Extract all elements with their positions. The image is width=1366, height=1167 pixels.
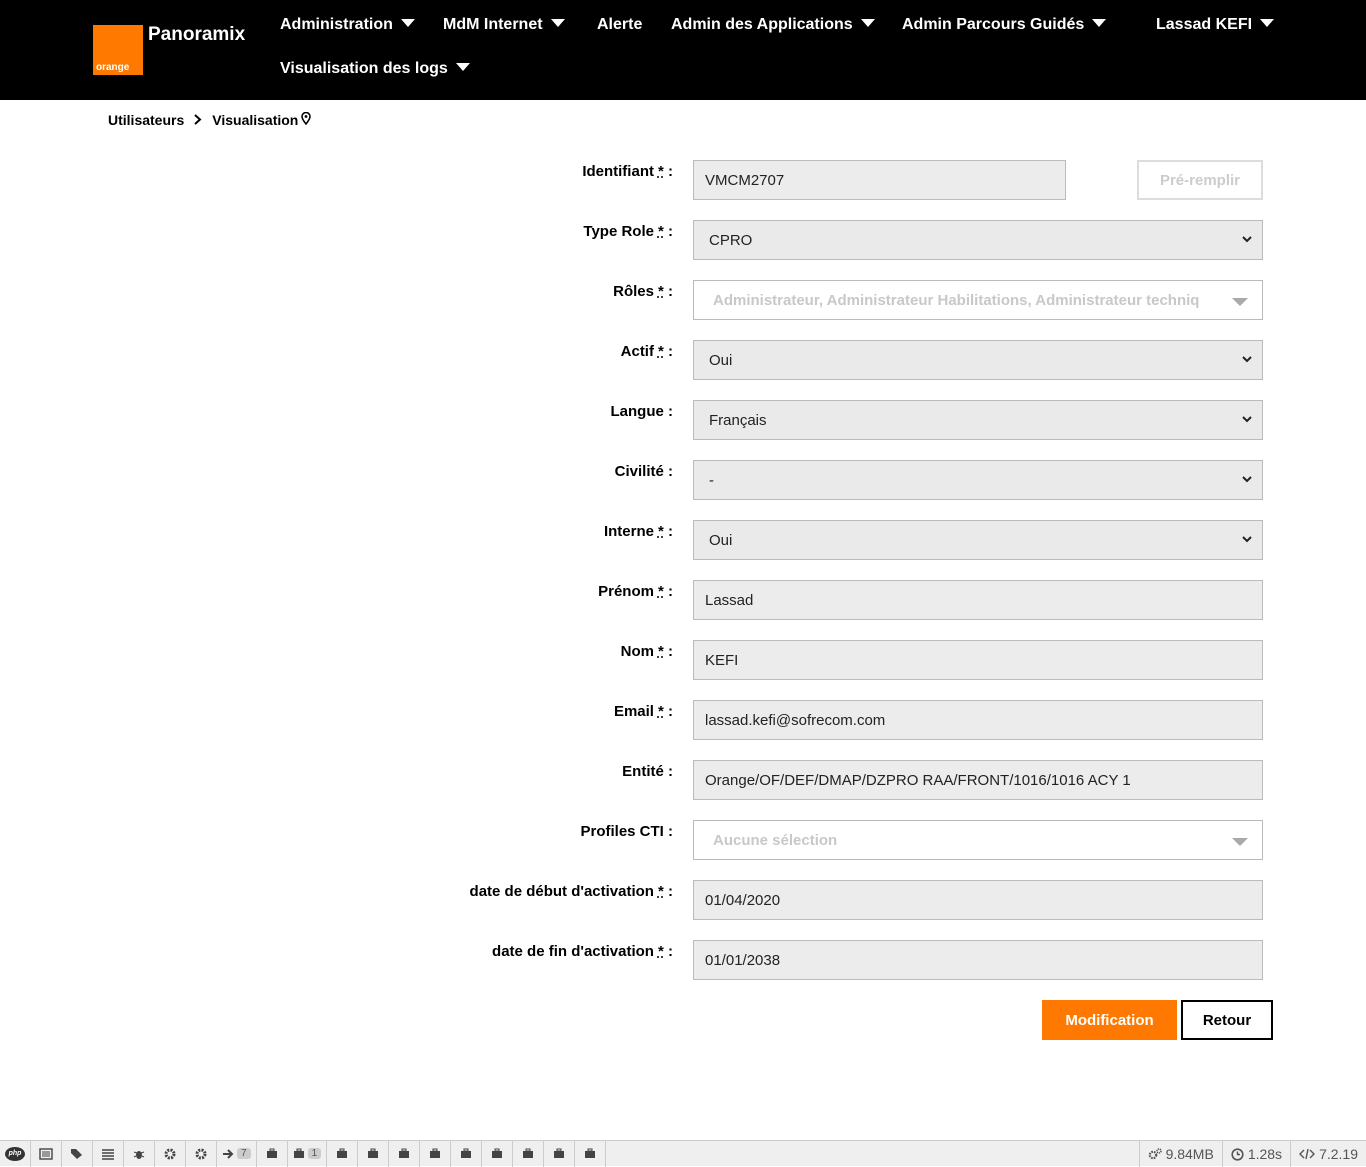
caret-down-icon (1092, 19, 1107, 27)
label-profiles-cti: Profiles CTI : (580, 823, 673, 840)
nav-admin-parcours-guides[interactable]: Admin Parcours Guidés (902, 16, 1107, 34)
caret-down-icon (860, 19, 875, 27)
roles-multiselect[interactable]: Administrateur, Administrateur Habilitat… (693, 280, 1263, 320)
tags-icon[interactable] (62, 1140, 93, 1167)
debug-bar: php 7 1 9.84MB 1.28s 7.2.19 (0, 1140, 1366, 1167)
nav-user-menu[interactable]: Lassad KEFI (1156, 16, 1275, 34)
briefcase-icon[interactable]: 1 (288, 1140, 328, 1167)
retour-button[interactable]: Retour (1181, 1000, 1273, 1040)
messages-icon[interactable] (31, 1140, 62, 1167)
label-type-role: Type Role * : (583, 223, 673, 240)
php-version: 7.2.19 (1290, 1141, 1366, 1167)
label-date-fin: date de fin d'activation * : (492, 943, 673, 960)
prefill-button[interactable]: Pré-remplir (1137, 160, 1263, 200)
label-email: Email * : (613, 703, 673, 720)
nav-mdm-internet[interactable]: MdM Internet (443, 16, 565, 34)
profiles-cti-multiselect[interactable]: Aucune sélection (693, 820, 1263, 860)
nav-administration[interactable]: Administration (280, 16, 415, 34)
label-date-debut: date de début d'activation * : (469, 883, 673, 900)
cogs-icon (1148, 1148, 1162, 1160)
php-logo-icon[interactable]: php (0, 1140, 31, 1167)
langue-select[interactable]: Français (693, 400, 1263, 440)
caret-down-icon (455, 63, 470, 71)
chevron-down-icon (1242, 236, 1252, 243)
clock-icon (1231, 1147, 1244, 1161)
bug-icon[interactable] (124, 1140, 155, 1167)
briefcase-icon[interactable] (513, 1140, 545, 1167)
arrow-right-icon[interactable]: 7 (217, 1140, 257, 1167)
caret-down-icon (1232, 298, 1248, 306)
label-prenom: Prénom * : (598, 583, 673, 600)
chevron-down-icon (1242, 416, 1252, 423)
label-actif: Actif * : (620, 343, 673, 360)
prenom-input[interactable]: Lassad (693, 580, 1263, 620)
briefcase-icon[interactable] (451, 1140, 483, 1167)
briefcase-icon[interactable] (257, 1140, 288, 1167)
nav-visualisation-logs[interactable]: Visualisation des logs (280, 60, 470, 78)
email-input[interactable]: lassad.kefi@sofrecom.com (693, 700, 1263, 740)
caret-down-icon (400, 19, 415, 27)
nom-input[interactable]: KEFI (693, 640, 1263, 680)
chevron-right-icon (194, 112, 202, 128)
map-pin-icon (301, 111, 312, 128)
orange-logo[interactable]: orange (93, 25, 143, 75)
civilite-select[interactable]: - (693, 460, 1263, 500)
actif-select[interactable]: Oui (693, 340, 1263, 380)
list-icon[interactable] (93, 1140, 124, 1167)
type-role-select[interactable]: CPRO (693, 220, 1263, 260)
chevron-down-icon (1242, 536, 1252, 543)
modification-button[interactable]: Modification (1042, 1000, 1177, 1040)
gear-icon[interactable] (155, 1140, 186, 1167)
brand-name[interactable]: Panoramix (148, 24, 245, 46)
caret-down-icon (550, 19, 565, 27)
briefcase-icon[interactable] (575, 1140, 607, 1167)
caret-down-icon (1232, 838, 1248, 846)
breadcrumb-current: Visualisation (212, 112, 299, 128)
chevron-down-icon (1242, 476, 1252, 483)
label-entite: Entité : (622, 763, 673, 780)
label-interne: Interne * : (603, 523, 673, 540)
interne-select[interactable]: Oui (693, 520, 1263, 560)
chevron-down-icon (1242, 356, 1252, 363)
debug-bar-stats: 9.84MB 1.28s 7.2.19 (1138, 1141, 1366, 1167)
gear-icon[interactable] (186, 1140, 217, 1167)
label-roles: Rôles * : (613, 283, 673, 300)
briefcase-icon[interactable] (420, 1140, 452, 1167)
briefcase-icon[interactable] (389, 1140, 421, 1167)
briefcase-icon[interactable] (358, 1140, 390, 1167)
briefcase-icon[interactable] (482, 1140, 514, 1167)
briefcase-icon[interactable] (327, 1140, 359, 1167)
caret-down-icon (1260, 19, 1275, 27)
label-langue: Langue : (610, 403, 674, 420)
identifiant-input[interactable]: VMCM2707 (693, 160, 1066, 200)
nav-alerte[interactable]: Alerte (597, 16, 642, 34)
label-civilite: Civilité : (614, 463, 673, 480)
date-debut-input[interactable]: 01/04/2020 (693, 880, 1263, 920)
breadcrumb-utilisateurs[interactable]: Utilisateurs (108, 112, 184, 128)
code-icon (1299, 1148, 1316, 1160)
nav-admin-applications[interactable]: Admin des Applications (671, 16, 875, 34)
breadcrumb: Utilisateurs Visualisation (108, 111, 312, 128)
label-identifiant: Identifiant * : (582, 163, 673, 180)
top-navbar: orange Panoramix Administration MdM Inte… (0, 0, 1366, 100)
date-fin-input[interactable]: 01/01/2038 (693, 940, 1263, 980)
entite-input[interactable]: Orange/OF/DEF/DMAP/DZPRO RAA/FRONT/1016/… (693, 760, 1263, 800)
memory-usage: 9.84MB (1138, 1141, 1222, 1167)
briefcase-icon[interactable] (544, 1140, 576, 1167)
request-time: 1.28s (1221, 1141, 1290, 1167)
label-nom: Nom * : (620, 643, 673, 660)
